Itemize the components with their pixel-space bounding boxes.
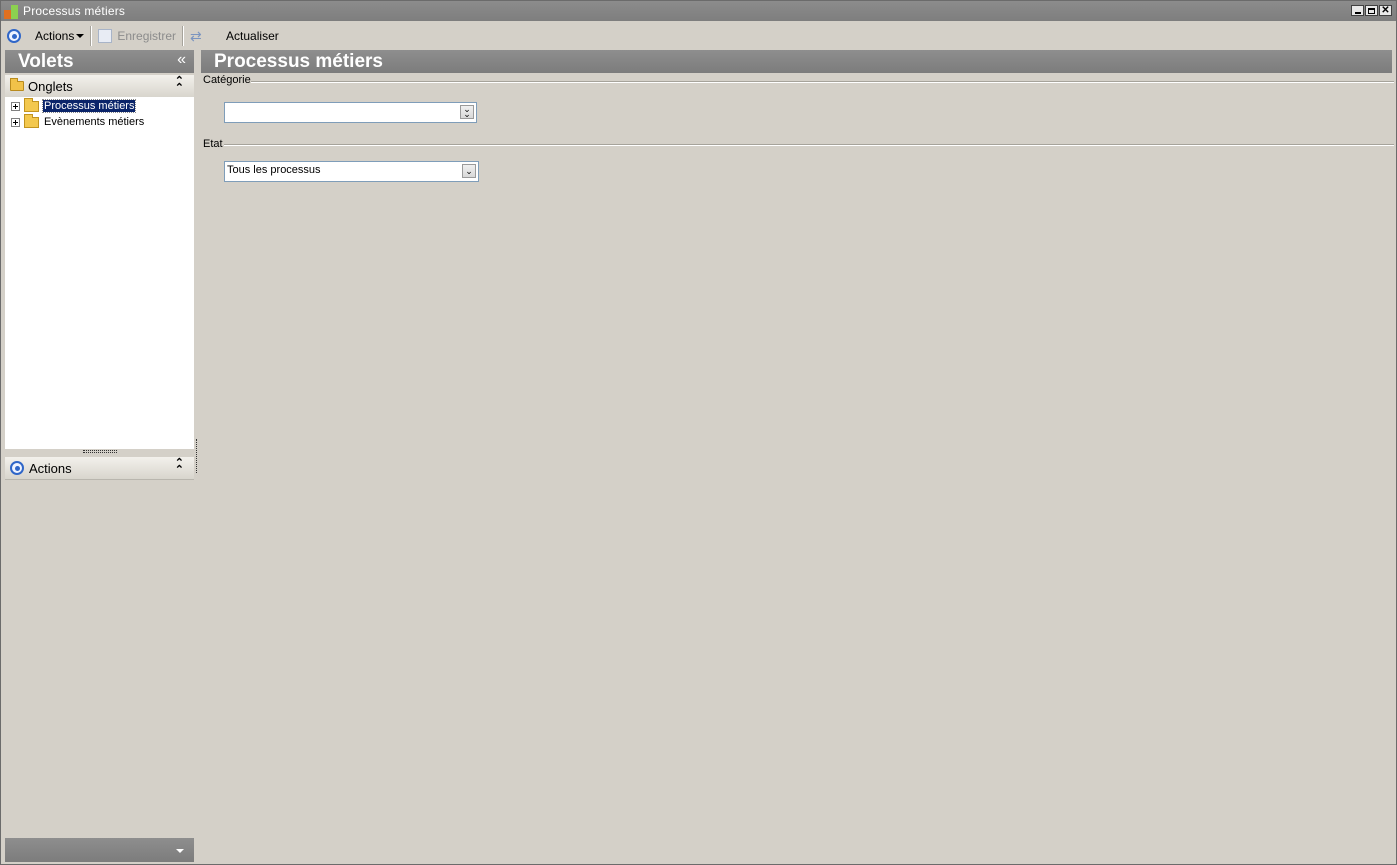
collapse-section-icon[interactable]: ⌃ ⌃ [175, 76, 184, 94]
save-icon [98, 29, 113, 43]
app-icon [4, 3, 20, 19]
tree-item-label: Processus métiers [41, 99, 137, 113]
close-icon: ✕ [1381, 5, 1390, 16]
refresh-label: Actualiser [226, 29, 279, 43]
panes-title: Volets [18, 51, 74, 72]
chevron-down-icon [176, 849, 184, 853]
main-header: Processus métiers [201, 50, 1392, 73]
etat-value: Tous les processus [227, 164, 321, 176]
actions-section-header[interactable]: Actions ⌃ ⌃ [5, 457, 194, 480]
window-title: Processus métiers [23, 4, 126, 18]
toolbar-separator [90, 26, 93, 46]
folder-open-icon [24, 97, 39, 112]
actions-circle-icon [10, 461, 24, 475]
folder-icon [24, 113, 39, 128]
minimize-icon [1354, 12, 1361, 14]
chevron-down-icon[interactable]: ⌄ [462, 164, 476, 178]
expand-icon[interactable] [11, 101, 20, 111]
save-label: Enregistrer [117, 29, 177, 43]
double-chevron-down-icon[interactable]: ⌄ ⌄ [460, 105, 474, 119]
panes-bottom-bar[interactable] [5, 838, 194, 862]
etat-select[interactable]: Tous les processus ⌄ [224, 161, 479, 182]
refresh-icon: ⇄ [190, 27, 202, 44]
page-title: Processus métiers [214, 51, 383, 72]
tree-item-label: Evènements métiers [44, 116, 145, 128]
etat-group-label: Etat [203, 138, 223, 150]
maximize-icon [1368, 8, 1375, 14]
categorie-group-label: Catégorie [203, 74, 251, 86]
window-controls: ✕ [1351, 5, 1392, 16]
app-window: Processus métiers ✕ Actions Enregistrer … [0, 0, 1397, 865]
chevron-down-icon [76, 34, 85, 38]
actions-section-label: Actions [29, 460, 72, 476]
actions-menu-button[interactable]: Actions [1, 25, 88, 47]
toolbar-separator [182, 26, 185, 46]
title-bar: Processus métiers ✕ [1, 1, 1396, 21]
panes-header: Volets « [5, 50, 194, 73]
tree-item-processus-metiers[interactable]: Processus métiers [11, 97, 137, 114]
minimize-button[interactable] [1351, 5, 1364, 16]
actions-circle-icon [7, 29, 21, 43]
actions-menu-label: Actions [35, 29, 75, 43]
folder-icon [10, 78, 24, 91]
tabs-tree: Processus métiers Evènements métiers [5, 97, 194, 449]
tree-item-evenements-metiers[interactable]: Evènements métiers [11, 113, 145, 130]
refresh-button[interactable]: ⇄ Actualiser [186, 25, 283, 47]
group-divider [251, 81, 1394, 83]
tabs-section-header[interactable]: Onglets ⌃ ⌃ [5, 75, 194, 98]
group-divider [224, 144, 1394, 146]
collapse-panes-icon[interactable]: « [177, 51, 186, 69]
horizontal-splitter-handle[interactable] [83, 450, 117, 453]
save-button[interactable]: Enregistrer [94, 25, 180, 47]
close-button[interactable]: ✕ [1379, 5, 1392, 16]
tabs-section-label: Onglets [28, 78, 73, 94]
toolbar: Actions Enregistrer ⇄ Actualiser [1, 23, 1396, 49]
vertical-splitter-handle[interactable] [196, 439, 199, 473]
maximize-button[interactable] [1365, 5, 1378, 16]
categorie-combobox[interactable]: ⌄ ⌄ [224, 102, 477, 123]
expand-icon[interactable] [11, 117, 20, 127]
collapse-section-icon[interactable]: ⌃ ⌃ [175, 458, 184, 476]
